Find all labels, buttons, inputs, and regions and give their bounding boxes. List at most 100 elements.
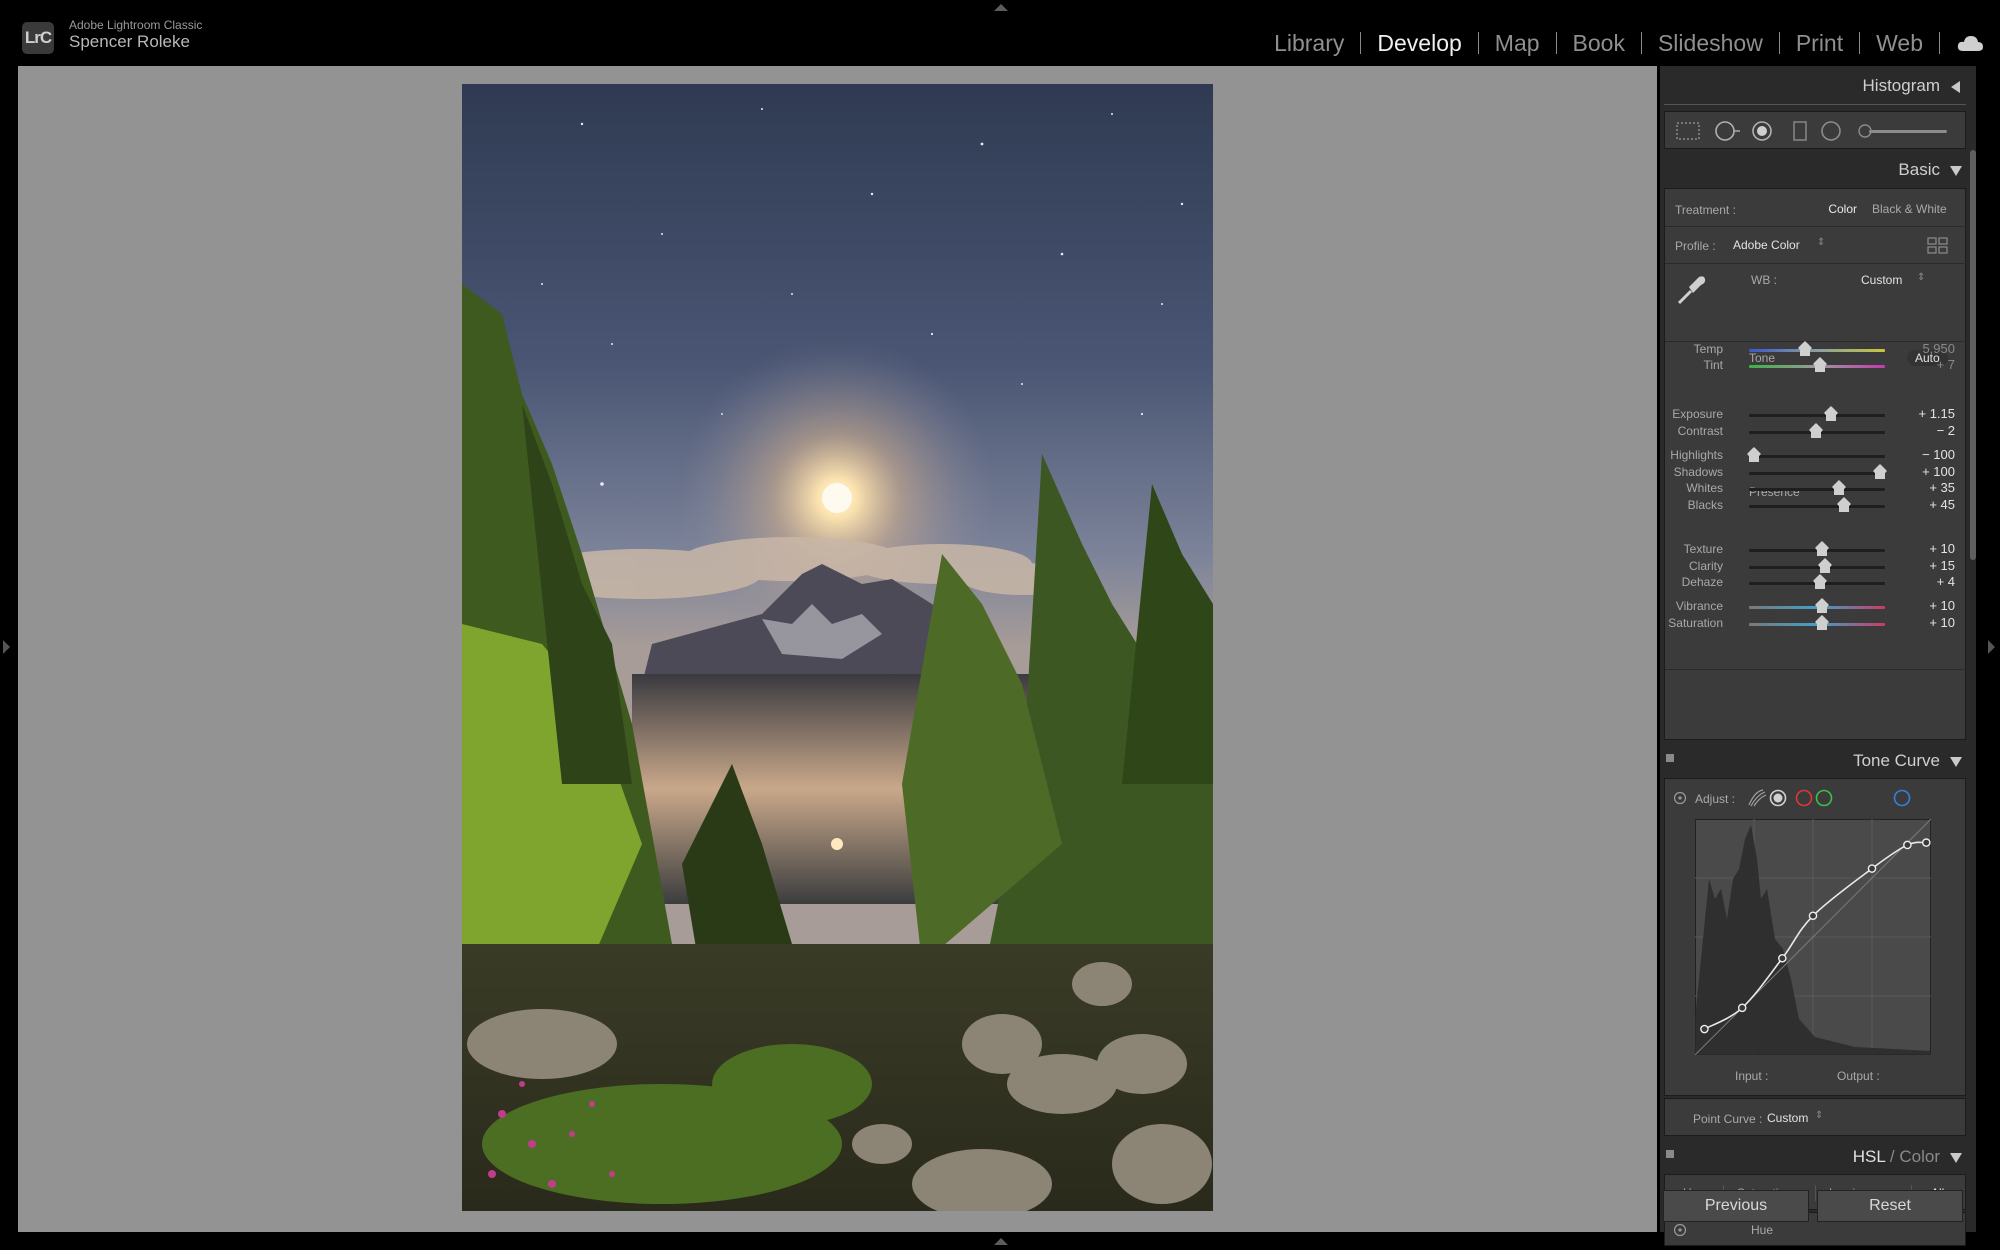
slider-track-whites[interactable]	[1749, 487, 1885, 495]
tone-curve-switch-icon[interactable]	[1666, 754, 1674, 762]
slider-track-vibrance[interactable]	[1749, 605, 1885, 613]
profile-chevron-icon[interactable]: ⇕	[1817, 237, 1825, 248]
adjustment-brush-icon[interactable]	[1858, 124, 1947, 138]
module-map[interactable]: Map	[1479, 30, 1556, 57]
expand-arrow-icon[interactable]	[1951, 81, 1960, 93]
point-curve-select[interactable]: Custom	[1767, 1111, 1808, 1125]
slider-value-texture[interactable]: + 10	[1905, 541, 1955, 556]
collapse-arrow-icon[interactable]	[1950, 1153, 1962, 1163]
hsl-header[interactable]: HSL / Color	[1664, 1139, 1966, 1173]
green-channel-icon[interactable]	[1815, 789, 1833, 807]
slider-value-contrast[interactable]: − 2	[1905, 423, 1955, 438]
tone-curve-graph[interactable]	[1695, 819, 1931, 1055]
profile-browser-icon[interactable]	[1927, 237, 1949, 255]
app-logo: LrC	[22, 22, 54, 54]
slider-label-highlights: Highlights	[1670, 448, 1723, 462]
curve-point-3[interactable]	[1808, 911, 1818, 921]
red-channel-icon[interactable]	[1795, 789, 1813, 807]
app-name: Adobe Lightroom Classic	[69, 18, 203, 32]
slider-value-whites[interactable]: + 35	[1905, 480, 1955, 495]
previous-button[interactable]: Previous	[1663, 1190, 1809, 1222]
module-book[interactable]: Book	[1557, 30, 1641, 57]
slider-track-shadows[interactable]	[1749, 471, 1885, 479]
cloud-sync-icon[interactable]	[1956, 33, 1984, 53]
wb-select[interactable]: Custom	[1861, 273, 1902, 287]
slider-label-contrast: Contrast	[1677, 424, 1723, 438]
collapse-arrow-icon[interactable]	[1950, 757, 1962, 767]
graduated-filter-icon[interactable]	[1793, 121, 1807, 141]
blue-channel-icon[interactable]	[1891, 787, 1913, 809]
right-panel-toggle-icon[interactable]	[1988, 640, 1995, 654]
parametric-curve-icon[interactable]	[1748, 789, 1767, 807]
tool-strip	[1664, 111, 1966, 149]
spot-removal-icon[interactable]	[1715, 121, 1740, 141]
top-panel-toggle-icon[interactable]	[994, 4, 1008, 11]
curve-output-label: Output :	[1837, 1069, 1880, 1083]
slider-label-texture: Texture	[1683, 542, 1723, 556]
slider-value-tint[interactable]: + 7	[1905, 357, 1955, 372]
slider-track-texture[interactable]	[1749, 548, 1885, 556]
slider-value-vibrance[interactable]: + 10	[1905, 598, 1955, 613]
hsl-section-hue: Hue	[1751, 1223, 1774, 1237]
curve-point-6[interactable]	[1921, 838, 1931, 847]
wb-eyedropper-icon[interactable]	[1675, 273, 1709, 307]
slider-track-saturation[interactable]	[1749, 622, 1885, 630]
hsl-title-hsl[interactable]: HSL	[1853, 1147, 1885, 1166]
slider-track-clarity[interactable]	[1749, 565, 1885, 573]
profile-select[interactable]: Adobe Color	[1733, 238, 1800, 252]
slider-value-clarity[interactable]: + 15	[1905, 558, 1955, 573]
slider-value-exposure[interactable]: + 1.15	[1905, 406, 1955, 421]
slider-track-dehaze[interactable]	[1749, 581, 1885, 589]
left-panel-toggle-icon[interactable]	[3, 640, 10, 654]
wb-chevron-icon[interactable]: ⇕	[1917, 272, 1925, 283]
treatment-bw-option[interactable]: Black & White	[1872, 202, 1947, 216]
slider-label-exposure: Exposure	[1672, 407, 1723, 421]
target-adjust-icon[interactable]	[1673, 1223, 1687, 1237]
tone-curve-header[interactable]: Tone Curve	[1664, 743, 1966, 777]
slider-track-exposure[interactable]	[1749, 413, 1885, 421]
slider-track-temp[interactable]	[1749, 348, 1885, 356]
curve-point-2[interactable]	[1778, 953, 1787, 963]
basic-header[interactable]: Basic	[1664, 152, 1966, 186]
slider-track-blacks[interactable]	[1749, 504, 1885, 512]
slider-value-shadows[interactable]: + 100	[1905, 464, 1955, 479]
module-develop[interactable]: Develop	[1361, 30, 1477, 57]
blue-channel-icon[interactable]	[1842, 796, 1846, 800]
filmstrip-toggle-icon[interactable]	[994, 1238, 1008, 1245]
tab-separator	[1815, 1185, 1816, 1201]
reset-button[interactable]: Reset	[1817, 1190, 1963, 1222]
target-adjust-icon[interactable]	[1673, 791, 1687, 805]
slider-value-dehaze[interactable]: + 4	[1905, 574, 1955, 589]
curve-point-0[interactable]	[1700, 1024, 1709, 1034]
hsl-title-color[interactable]: / Color	[1885, 1147, 1940, 1166]
slider-value-highlights[interactable]: − 100	[1905, 447, 1955, 462]
slider-track-tint[interactable]	[1749, 364, 1885, 372]
photo-viewer	[18, 66, 1657, 1232]
slider-value-blacks[interactable]: + 45	[1905, 497, 1955, 512]
curve-point-5[interactable]	[1903, 840, 1912, 850]
point-curve-chevron-icon[interactable]: ⇕	[1815, 1110, 1823, 1121]
rgb-channel-icon[interactable]	[1769, 789, 1787, 807]
treatment-color-option[interactable]: Color	[1815, 202, 1857, 216]
radial-filter-icon[interactable]	[1821, 121, 1841, 141]
curve-point-1[interactable]	[1737, 1003, 1747, 1013]
slider-track-contrast[interactable]	[1749, 430, 1885, 438]
slider-label-clarity: Clarity	[1688, 559, 1723, 573]
module-print[interactable]: Print	[1780, 30, 1859, 57]
module-library[interactable]: Library	[1258, 30, 1360, 57]
collapse-arrow-icon[interactable]	[1950, 166, 1962, 176]
curve-point-4[interactable]	[1867, 864, 1877, 873]
crop-overlay-icon[interactable]	[1676, 122, 1700, 140]
slider-value-temp[interactable]: 5,950	[1905, 341, 1955, 356]
slider-label-saturation: Saturation	[1668, 616, 1723, 630]
slider-value-saturation[interactable]: + 10	[1905, 615, 1955, 630]
slider-track-highlights[interactable]	[1749, 454, 1885, 462]
module-web[interactable]: Web	[1860, 30, 1939, 57]
module-slideshow[interactable]: Slideshow	[1642, 30, 1779, 57]
top-bar: LrC Adobe Lightroom Classic Spencer Role…	[0, 0, 2000, 66]
histogram-header[interactable]: Histogram	[1664, 68, 1966, 102]
red-eye-icon[interactable]	[1752, 121, 1772, 141]
panel-scrollbar[interactable]	[1970, 150, 1976, 560]
slider-label-temp: Temp	[1693, 342, 1723, 356]
hsl-switch-icon[interactable]	[1666, 1150, 1674, 1158]
